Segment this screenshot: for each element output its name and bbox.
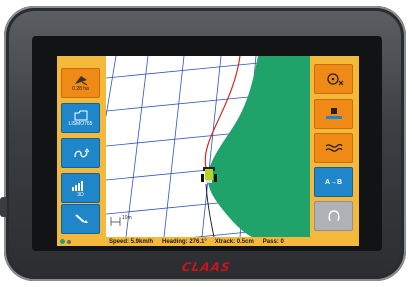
field-name: LISMO765 bbox=[68, 120, 93, 127]
contour-mode-button[interactable] bbox=[314, 133, 353, 163]
ab-line-button[interactable]: A→B bbox=[314, 167, 353, 197]
gps-signal-button[interactable]: 3D bbox=[61, 173, 100, 203]
headland-turn-button[interactable] bbox=[61, 138, 100, 168]
map-canvas bbox=[106, 56, 310, 237]
implement-section-button[interactable] bbox=[314, 99, 353, 129]
right-menu: A→B bbox=[310, 56, 359, 237]
xtrack-readout: Xtrack: 0.5cm bbox=[214, 238, 254, 245]
gps-status-icon bbox=[60, 239, 65, 244]
scale-label: 10m bbox=[122, 215, 132, 221]
link-status-icon bbox=[67, 239, 71, 244]
pass-readout: Pass: 0 bbox=[262, 238, 284, 245]
tractor-icon bbox=[201, 167, 217, 183]
status-bar: Speed: 5.9km/h Heading: 276.1° Xtrack: 0… bbox=[57, 237, 359, 246]
speed-readout: Speed: 5.9km/h bbox=[109, 238, 154, 245]
brand-logo: CLAAS bbox=[180, 260, 233, 274]
field-area-value: 0.28 ha bbox=[72, 86, 89, 92]
implement-section-icon bbox=[325, 108, 342, 119]
headland-shape-icon bbox=[328, 210, 339, 222]
guidance-map[interactable]: 10m bbox=[106, 56, 310, 237]
tools-button[interactable] bbox=[61, 204, 100, 234]
steering-wheel-off-icon bbox=[326, 73, 343, 86]
headland-turn-icon bbox=[73, 148, 89, 158]
side-knob bbox=[0, 197, 7, 217]
heading-readout: Heading: 276.1° bbox=[162, 238, 207, 245]
field-area-button[interactable]: 0.28 ha bbox=[61, 68, 100, 98]
gps-signal-3d-icon bbox=[71, 181, 83, 191]
field-area-icon bbox=[74, 76, 87, 86]
left-menu: 0.28 ha LISMO765 3D bbox=[57, 56, 106, 237]
curve-contour-icon bbox=[325, 143, 343, 152]
field-folder-icon bbox=[74, 110, 87, 120]
ab-line-icon: A→B bbox=[324, 178, 343, 186]
gps-mode-label: 3D bbox=[77, 192, 84, 198]
field-folder-button[interactable]: LISMO765 bbox=[61, 103, 100, 133]
auto-steer-button[interactable] bbox=[314, 64, 353, 94]
display-screen: 10m 0.28 ha LISMO765 3D A→B Speed: 5.9km… bbox=[57, 56, 359, 246]
headland-shape-button[interactable] bbox=[314, 201, 353, 231]
tools-wrench-icon bbox=[74, 214, 88, 223]
